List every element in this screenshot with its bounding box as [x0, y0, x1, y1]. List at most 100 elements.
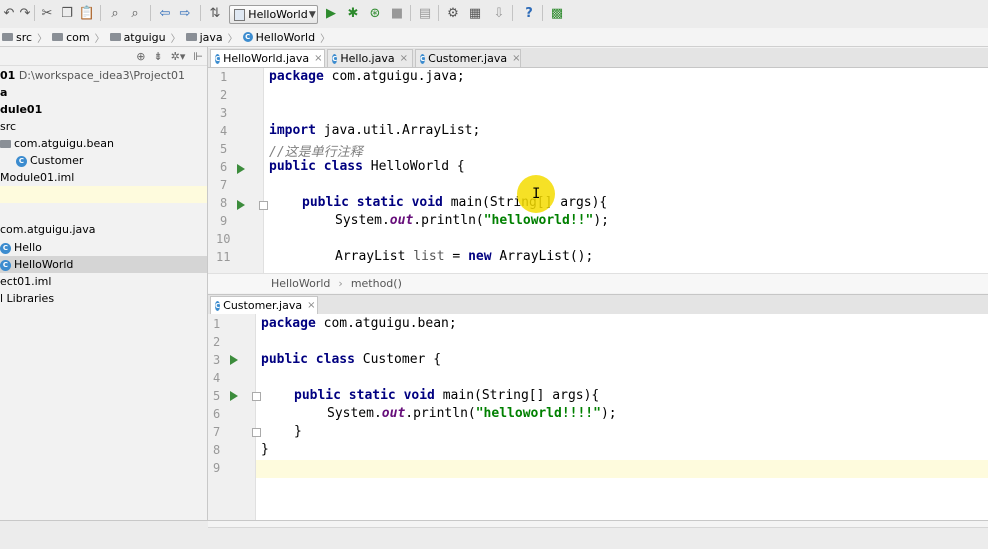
code-keyword: new	[468, 249, 492, 264]
vcs-icon[interactable]: ⇩	[490, 4, 508, 22]
folder-icon	[109, 33, 121, 41]
fold-icon[interactable]	[252, 428, 261, 437]
line-number: 5	[220, 142, 228, 156]
tree-item-hello[interactable]: C Hello	[0, 239, 207, 256]
line-number: 8	[213, 443, 221, 457]
locate-icon[interactable]: ⊕	[136, 50, 145, 63]
tree-item-package-bean[interactable]: com.atguigu.bean	[0, 135, 207, 152]
tree-item-label: com.atguigu.java	[0, 223, 96, 236]
tree-item-project-iml[interactable]: ect01.iml	[0, 273, 207, 290]
code-keyword: import	[269, 123, 316, 138]
run-gutter-icon[interactable]	[230, 391, 238, 401]
run-gutter-icon[interactable]	[237, 164, 245, 174]
run-gutter-icon[interactable]	[230, 355, 238, 365]
find-icon[interactable]: ⌕	[106, 4, 124, 22]
project-structure-icon[interactable]: ▦	[466, 4, 484, 22]
settings-icon[interactable]: ⚙	[444, 4, 462, 22]
line-number: 6	[220, 160, 228, 174]
collapse-icon[interactable]: ⇟	[153, 50, 162, 63]
close-icon[interactable]: ×	[512, 53, 520, 64]
code-text: );	[593, 213, 609, 228]
tree-item-helloworld[interactable]: C HelloWorld	[0, 256, 207, 273]
folder-icon	[2, 33, 13, 41]
run-gutter-icon[interactable]	[237, 200, 245, 210]
top-editor-tabs: C HelloWorld.java × C Hello.java × C Customer…	[208, 48, 988, 68]
tab-customer-java[interactable]: C Customer.java ×	[415, 49, 521, 67]
coverage-icon[interactable]: ⊛	[366, 4, 384, 22]
nav-crumb-label: HelloWorld	[255, 30, 316, 44]
paste-icon[interactable]: 📋	[78, 4, 96, 22]
tree-item[interactable]: a	[0, 84, 207, 101]
code-line: ArrayList list = new ArrayList();	[335, 249, 593, 264]
close-icon[interactable]: ×	[400, 53, 408, 64]
debug-icon[interactable]: ✱	[344, 4, 362, 22]
tab-helloworld-java[interactable]: C HelloWorld.java ×	[210, 49, 325, 67]
nav-crumb-src[interactable]: src	[0, 31, 34, 44]
line-number: 11	[216, 250, 231, 264]
nav-crumb-label: java	[199, 30, 223, 44]
code-keyword: public class	[261, 352, 355, 367]
code-string: "helloworld!!"	[483, 213, 594, 228]
tree-item-package-java[interactable]: com.atguigu.java	[0, 221, 207, 238]
help-icon[interactable]: ?	[520, 4, 538, 22]
close-icon[interactable]: ×	[307, 300, 315, 311]
project-pane-header: ⊕ ⇟ ✲▾ ⊩	[0, 47, 207, 66]
chevron-right-icon: 〉	[320, 33, 331, 45]
tree-item-label: 01	[0, 69, 16, 82]
code-line: }	[294, 424, 302, 439]
tree-item-project-root[interactable]: 01 D:\workspace_idea3\Project01	[0, 67, 207, 84]
code-keyword: package	[261, 316, 316, 331]
tree-item-customer[interactable]: C Customer	[0, 152, 207, 169]
code-text: System.	[327, 406, 382, 421]
tree-item-external-libraries[interactable]: l Libraries	[0, 290, 207, 307]
hide-icon[interactable]: ⊩	[193, 50, 203, 63]
close-icon[interactable]: ×	[314, 53, 322, 64]
project-tool-window: ⊕ ⇟ ✲▾ ⊩ 01 D:\workspace_idea3\Project01…	[0, 47, 208, 548]
bottom-code-editor[interactable]: 1 2 3 4 5 6 7 8 9 package com.atguigu.be…	[208, 314, 988, 520]
tree-item-module01[interactable]: dule01	[0, 101, 207, 118]
line-number: 2	[213, 335, 221, 349]
tab-hello-java[interactable]: C Hello.java ×	[327, 49, 413, 67]
code-text: ArrayList();	[491, 249, 594, 264]
replace-icon[interactable]: ⌕	[126, 4, 144, 22]
line-number: 8	[220, 196, 228, 210]
sdk-icon[interactable]: ▤	[416, 4, 434, 22]
cut-icon[interactable]: ✂	[38, 4, 56, 22]
toolbar-separator	[34, 5, 35, 21]
breadcrumb-class[interactable]: HelloWorld	[271, 277, 330, 290]
top-code-editor[interactable]: 1 2 3 4 5 6 7 8 9 10 11 package com.atgu…	[208, 68, 988, 273]
fold-icon[interactable]	[259, 201, 268, 210]
forward-icon[interactable]: ⇨	[176, 4, 194, 22]
code-keyword: public class	[269, 159, 363, 174]
chevron-right-icon: ›	[338, 277, 343, 290]
nav-crumb-label: atguigu	[123, 30, 166, 44]
nav-crumb-com[interactable]: com	[50, 31, 92, 44]
copy-icon[interactable]: ❐	[58, 4, 76, 22]
tree-item-label: a	[0, 86, 8, 99]
fold-icon[interactable]	[252, 392, 261, 401]
back-icon[interactable]: ⇦	[156, 4, 174, 22]
line-number: 5	[213, 389, 221, 403]
tree-item-label: Module01.iml	[0, 171, 75, 184]
tree-item-path: D:\workspace_idea3\Project01	[18, 69, 185, 82]
nav-crumb-helloworld[interactable]: C HelloWorld	[241, 31, 317, 44]
run-icon[interactable]: ▶	[322, 4, 340, 22]
build-icon[interactable]: ⇅	[206, 4, 224, 22]
nav-crumb-atguigu[interactable]: atguigu	[108, 31, 168, 44]
gear-icon[interactable]: ✲▾	[171, 50, 186, 63]
nav-crumb-java[interactable]: java	[184, 31, 225, 44]
tree-item-src[interactable]: src	[0, 118, 207, 135]
line-number: 9	[220, 214, 228, 228]
redo-icon[interactable]: ↷	[16, 4, 34, 22]
tree-item-module-iml[interactable]: Module01.iml	[0, 169, 207, 186]
run-configuration-select[interactable]: HelloWorld ▼	[229, 5, 318, 24]
breadcrumb-method[interactable]: method()	[351, 277, 402, 290]
toolbar-separator	[150, 5, 151, 21]
line-number: 4	[213, 371, 221, 385]
stop-icon[interactable]: ■	[388, 4, 406, 22]
profile-icon[interactable]: ▩	[548, 4, 566, 22]
code-text: com.atguigu.bean;	[315, 316, 457, 331]
tab-customer-java-split[interactable]: C Customer.java ×	[210, 296, 318, 314]
nav-crumb-label: com	[66, 30, 90, 44]
code-line: public static void main(String[] args){	[294, 388, 599, 403]
